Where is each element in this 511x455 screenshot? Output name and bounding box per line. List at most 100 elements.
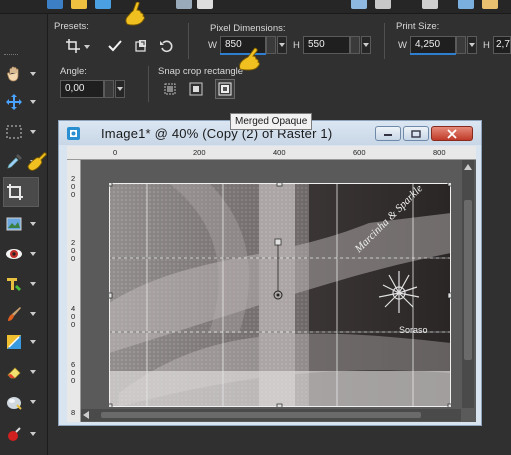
chevron-down-icon[interactable] <box>29 250 37 258</box>
print-width-spinner[interactable] <box>456 36 466 54</box>
dropper-icon <box>3 151 25 173</box>
selection-rectangle-icon <box>3 121 25 143</box>
ruler-label: 800 <box>433 148 446 157</box>
selection-tool[interactable] <box>3 117 39 147</box>
scroll-left-icon[interactable] <box>83 411 91 419</box>
horizontal-scrollbar[interactable] <box>81 409 461 421</box>
toolbar-icon-9[interactable] <box>458 0 474 9</box>
snap-crop-label: Snap crop rectangle <box>158 66 244 77</box>
picture-tube-icon <box>3 423 25 445</box>
reset-button[interactable] <box>156 36 176 56</box>
presets-button[interactable] <box>63 36 83 56</box>
pixel-height-spinner[interactable] <box>350 36 360 54</box>
print-height-field[interactable]: 2,7 <box>493 36 511 54</box>
pixel-width-label: W <box>208 40 217 51</box>
print-width-field[interactable]: 4,250 <box>410 36 456 54</box>
image-window-icon <box>67 127 80 140</box>
toolbar-icon-7[interactable] <box>375 0 391 9</box>
chevron-down-icon[interactable] <box>29 338 37 346</box>
ruler-label: 0 <box>71 254 76 263</box>
watermark-signature: Soraso <box>399 325 428 335</box>
snap-merged-opaque-button[interactable] <box>215 79 235 99</box>
angle-spinner[interactable] <box>104 80 114 98</box>
chevron-down-icon[interactable] <box>29 398 37 406</box>
presets-dropdown[interactable] <box>82 38 92 56</box>
chevron-down-icon[interactable] <box>29 220 37 228</box>
toolbar-icon-4[interactable] <box>176 0 192 9</box>
angle-label: Angle: <box>60 66 87 77</box>
chevron-down-icon[interactable] <box>29 280 37 288</box>
chevron-down-icon[interactable] <box>29 128 37 136</box>
separator <box>148 66 149 102</box>
toolbar-icon-6[interactable] <box>351 0 367 9</box>
chevron-down-icon[interactable] <box>29 368 37 376</box>
pointer-hand-icon <box>238 47 264 74</box>
ruler-label: 0 <box>71 320 76 329</box>
move-tool[interactable] <box>3 87 39 117</box>
pixel-height-field[interactable]: 550 <box>303 36 350 54</box>
horizontal-scroll-thumb[interactable] <box>101 412 421 418</box>
snap-merged-opaque-icon <box>218 82 232 96</box>
toolbar-icon-8[interactable] <box>422 0 438 9</box>
paint-brush-tool[interactable] <box>3 299 39 329</box>
horizontal-ruler: 0 200 400 600 800 <box>67 146 476 160</box>
crop-tool[interactable] <box>3 177 39 207</box>
fill-tool[interactable] <box>3 387 39 417</box>
tools-palette <box>0 14 48 455</box>
vertical-scrollbar[interactable] <box>462 160 474 408</box>
chevron-down-icon[interactable] <box>29 430 37 438</box>
eraser-tool[interactable] <box>3 357 39 387</box>
pixel-height-dropdown[interactable] <box>361 36 371 54</box>
straighten-tool[interactable] <box>3 209 39 239</box>
ruler-label: 400 <box>273 148 286 157</box>
pan-tool[interactable] <box>3 59 39 89</box>
eye-icon <box>3 243 25 265</box>
pointer-hand-icon <box>123 1 149 29</box>
tooltip: Merged Opaque <box>230 113 313 130</box>
snap-layer-opaque-icon <box>189 82 203 96</box>
snap-layer-opaque-button[interactable] <box>186 79 206 99</box>
angle-field[interactable]: 0,00 <box>60 80 104 98</box>
minimize-button[interactable] <box>375 126 401 141</box>
apply-button[interactable] <box>105 36 125 56</box>
fill-icon <box>3 391 25 413</box>
chevron-down-icon <box>363 43 369 47</box>
pixel-width-spinner[interactable] <box>266 36 276 54</box>
scroll-up-icon[interactable] <box>464 162 472 170</box>
angle-dropdown[interactable] <box>115 80 125 98</box>
toolbar-icon-5[interactable] <box>197 0 213 9</box>
chevron-down-icon[interactable] <box>29 98 37 106</box>
vertical-scroll-thumb[interactable] <box>464 200 472 360</box>
toolbar-icon-3[interactable] <box>95 0 111 9</box>
palette-grip <box>4 54 18 56</box>
ruler-label: 0 <box>71 376 76 385</box>
text-tool[interactable] <box>3 269 39 299</box>
image-canvas[interactable]: Marcinha & Sparkle Soraso <box>109 183 451 407</box>
retouch-tool[interactable] <box>3 327 39 357</box>
crop-icon <box>66 39 80 53</box>
pixel-width-dropdown[interactable] <box>277 36 287 54</box>
image-window[interactable]: Image1* @ 40% (Copy (2) of Raster 1) 0 2… <box>58 120 482 426</box>
print-width-dropdown[interactable] <box>467 36 477 54</box>
maximize-button[interactable] <box>403 126 429 141</box>
canvas-area[interactable]: 0 200 400 600 800 2 0 0 2 0 0 4 0 0 6 0 … <box>67 146 476 422</box>
chevron-down-icon[interactable] <box>29 310 37 318</box>
toolbar-icon-10[interactable] <box>482 0 498 9</box>
close-button[interactable] <box>431 126 473 141</box>
chevron-down-icon[interactable] <box>29 70 37 78</box>
move-icon <box>3 91 25 113</box>
snap-current-layer-button[interactable] <box>160 79 180 99</box>
toolbar-icon-2[interactable] <box>71 0 87 9</box>
picture-tube-tool[interactable] <box>3 419 39 449</box>
retouch-icon <box>3 331 25 353</box>
crop-as-new-image-button[interactable] <box>131 36 151 56</box>
print-height-label: H <box>483 40 490 51</box>
toolbar-icon-1[interactable] <box>47 0 63 9</box>
red-eye-tool[interactable] <box>3 239 39 269</box>
minimize-icon <box>384 133 392 136</box>
ruler-label: 0 <box>113 148 118 157</box>
separator <box>188 23 189 59</box>
maximize-icon <box>411 129 421 138</box>
undo-icon <box>160 40 173 53</box>
chevron-down-icon <box>117 87 123 91</box>
